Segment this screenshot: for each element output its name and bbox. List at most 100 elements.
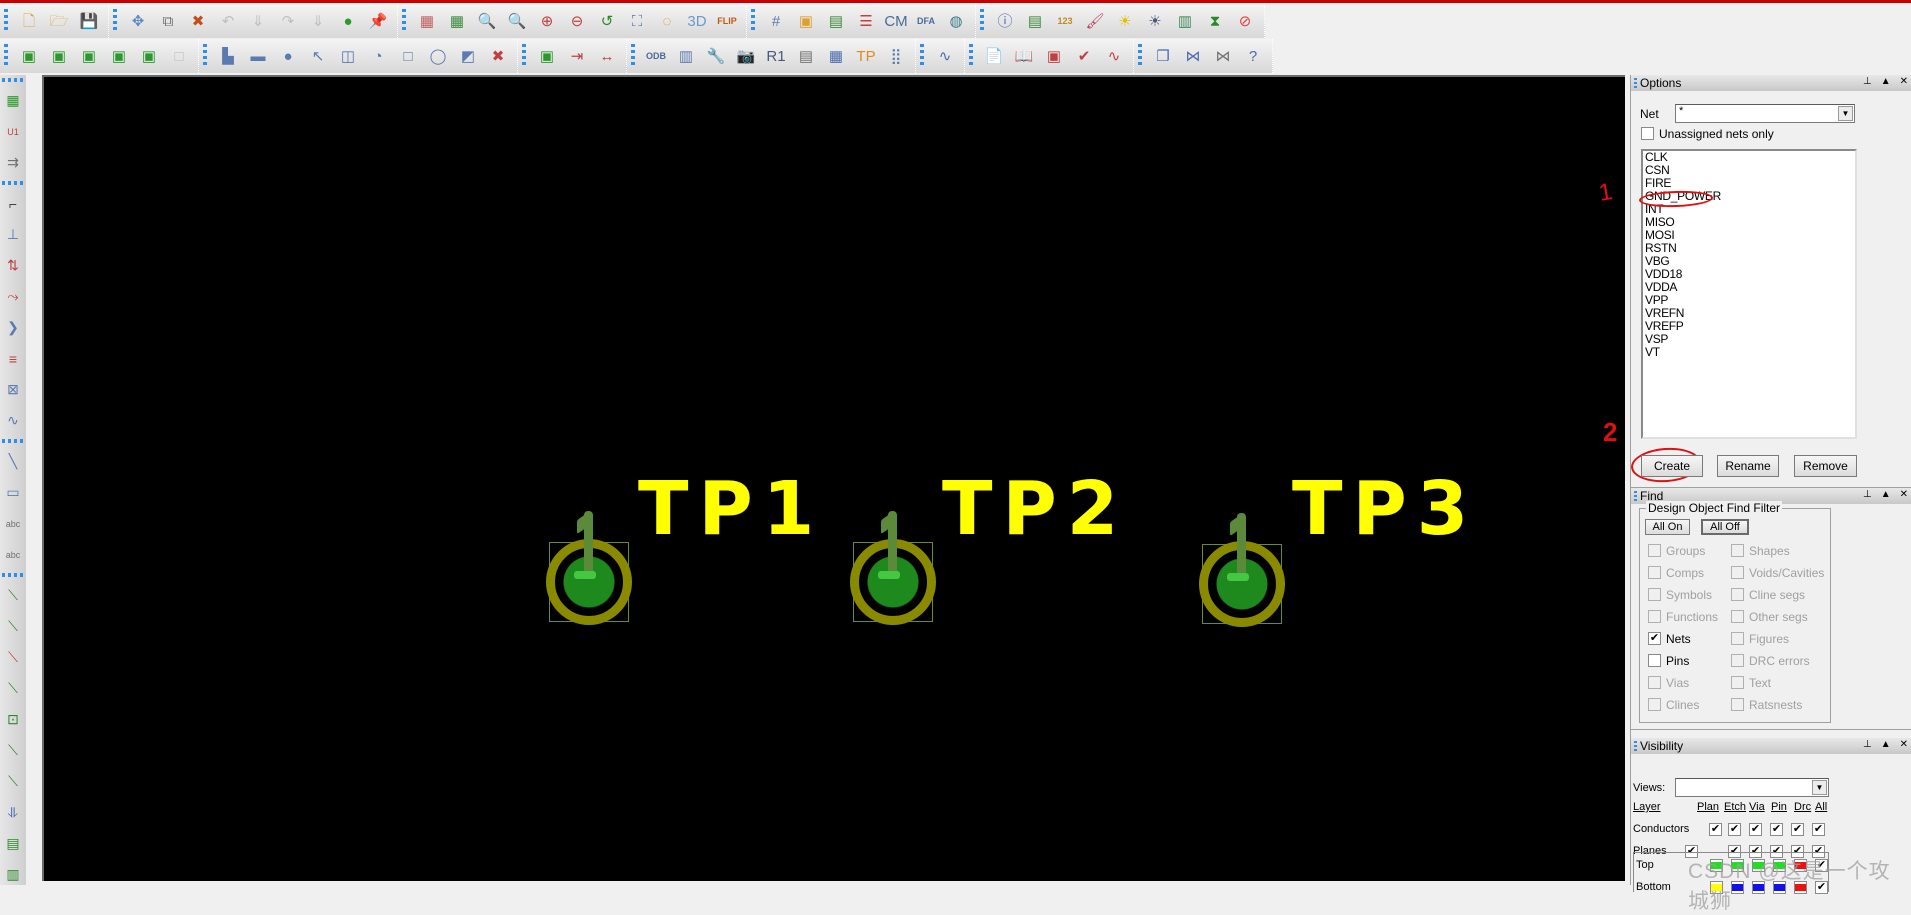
fanout-icon[interactable]: ⊠ (0, 374, 26, 405)
pin-panel-icon[interactable]: ⊥ (1863, 76, 1872, 87)
multi-route-icon[interactable]: ≡ (0, 343, 26, 374)
rats-report-icon[interactable]: ⟍ (0, 735, 26, 766)
delete-island-icon[interactable]: ✖ (485, 43, 511, 69)
add-text-icon[interactable]: abc (0, 508, 26, 539)
windows-icon[interactable]: ❐ (1150, 43, 1176, 69)
bundle-icon[interactable]: ⋈ (1210, 43, 1236, 69)
void-rect-icon[interactable]: □ (395, 43, 421, 69)
close-panel-icon[interactable]: ✕ (1900, 76, 1908, 87)
testpoint-icon[interactable]: TP (853, 43, 879, 69)
collapse-panel-icon[interactable]: ▲ (1881, 739, 1891, 750)
visibility-header-pin[interactable]: Pin (1771, 801, 1787, 813)
visibility-header-etch[interactable]: Etch (1724, 801, 1746, 813)
hourglass-icon[interactable]: ⧗ (1202, 8, 1228, 34)
assign-color-icon[interactable]: ▥ (1172, 8, 1198, 34)
find-filter-checkbox[interactable] (1648, 544, 1661, 557)
layer-color-swatch[interactable] (1710, 881, 1723, 894)
no-select-icon[interactable]: ⊘ (1232, 8, 1258, 34)
net-list-item[interactable]: CSN (1643, 164, 1855, 177)
undo-icon[interactable]: ↶ (215, 8, 241, 34)
net-list-item[interactable]: CLK (1643, 151, 1855, 164)
net-list-item[interactable]: MISO (1643, 216, 1855, 229)
net-list-item[interactable]: VREFP (1643, 320, 1855, 333)
flip-design-icon[interactable]: FLIP (714, 8, 740, 34)
toolbar-grip-handle[interactable] (203, 44, 207, 68)
undo-list-icon[interactable]: ⇓ (245, 8, 271, 34)
swap-pins-icon[interactable]: ▣ (76, 43, 102, 69)
signal-integrity-icon[interactable]: ▣ (136, 43, 162, 69)
visibility-header-via[interactable]: Via (1749, 801, 1765, 813)
find-filter-checkbox[interactable] (1648, 654, 1661, 667)
constraint-manager-icon[interactable]: CM (883, 8, 909, 34)
info-icon[interactable]: ⓘ (992, 8, 1018, 34)
waveform-icon[interactable]: ∿ (932, 43, 958, 69)
visibility-checkbox-pin[interactable]: ✔ (1770, 823, 1783, 836)
find-filter-checkbox[interactable] (1648, 588, 1661, 601)
layer-color-swatch[interactable] (1773, 881, 1786, 894)
open-folder-icon[interactable]: 🗁 (46, 8, 72, 34)
net-list-icon[interactable]: ▤ (0, 828, 26, 859)
layer-all-checkbox[interactable]: ✔ (1815, 859, 1828, 872)
si-model-icon[interactable]: ▣ (1041, 43, 1067, 69)
array-icon[interactable]: ⣿ (883, 43, 909, 69)
highlight-icon[interactable]: ☀ (1112, 8, 1138, 34)
find-filter-checkbox[interactable] (1648, 676, 1661, 689)
pin-panel-icon[interactable]: ⊥ (1863, 489, 1872, 500)
padstack-icon[interactable]: ▥ (673, 43, 699, 69)
show-element-icon[interactable]: ▤ (1022, 8, 1048, 34)
toolbar-grip-handle[interactable] (751, 9, 755, 33)
zoom-in-icon[interactable]: ⊕ (534, 8, 560, 34)
find-filter-checkbox[interactable] (1731, 566, 1744, 579)
edit-boundary-icon[interactable]: ◩ (455, 43, 481, 69)
visibility-checkbox-all[interactable]: ✔ (1812, 823, 1825, 836)
find-filter-checkbox[interactable] (1731, 544, 1744, 557)
rename-refdes-icon[interactable]: R1 (763, 43, 789, 69)
net-list-item[interactable]: RSTN (1643, 242, 1855, 255)
find-filter-checkbox[interactable] (1648, 566, 1661, 579)
panel-grip-icon[interactable] (1634, 491, 1637, 501)
padstack-edit-icon[interactable]: 🔧 (703, 43, 729, 69)
layer-color-swatch[interactable] (1731, 881, 1744, 894)
layer-color-swatch[interactable] (1710, 859, 1723, 872)
manual-void-icon[interactable]: ◫ (335, 43, 361, 69)
shape-circle-icon[interactable]: ● (275, 43, 301, 69)
find-filter-checkbox[interactable] (1648, 610, 1661, 623)
testpoint-label-tp3[interactable]: TP3 (1292, 472, 1478, 546)
void-circle2-icon[interactable]: ◯ (425, 43, 451, 69)
chevron-down-icon[interactable]: ▼ (1838, 106, 1853, 121)
slide-icon[interactable]: ⊥ (0, 219, 26, 250)
pin-panel-icon[interactable]: ⊥ (1863, 739, 1872, 750)
refdes-u1-icon[interactable]: U1 (0, 116, 26, 147)
toolbar-grip-handle[interactable] (2, 78, 24, 82)
visibility-header-plan[interactable]: Plan (1697, 801, 1719, 813)
find-filter-checkbox[interactable] (1731, 588, 1744, 601)
si-library-icon[interactable]: 📖 (1011, 43, 1037, 69)
layer-color-swatch[interactable] (1773, 859, 1786, 872)
visibility-checkbox-plan[interactable]: ✔ (1709, 823, 1722, 836)
toolbar-grip-handle[interactable] (980, 9, 984, 33)
net-status-icon[interactable]: ▥ (0, 859, 26, 890)
net-list-item[interactable]: VSP (1643, 333, 1855, 346)
save-icon[interactable]: 💾 (76, 8, 102, 34)
si-audit-icon[interactable]: ✔ (1071, 43, 1097, 69)
panel-grip-icon[interactable] (1634, 741, 1637, 751)
net-group-icon[interactable]: ⥥ (0, 797, 26, 828)
zoom-points-icon[interactable]: 🔍 (474, 8, 500, 34)
toolbar-grip-handle[interactable] (522, 44, 526, 68)
layer-color-swatch[interactable] (1794, 881, 1807, 894)
rats-net-icon[interactable]: ⟍ (0, 611, 26, 642)
find-filter-checkbox[interactable] (1731, 676, 1744, 689)
delete-icon[interactable]: ✖ (185, 8, 211, 34)
rename-button[interactable]: Rename (1717, 455, 1779, 477)
testpoint-pad-tp3[interactable] (1199, 513, 1285, 627)
layer-color-swatch[interactable] (1731, 859, 1744, 872)
zoom-world-icon[interactable]: ⛶ (624, 8, 650, 34)
toolbar-grip-handle[interactable] (1138, 44, 1142, 68)
toolbar-grip-handle[interactable] (969, 44, 973, 68)
vertex-icon[interactable]: ❯ (0, 312, 26, 343)
edit-text-icon[interactable]: abc (0, 539, 26, 570)
dimension-icon[interactable]: ⇥ (564, 43, 590, 69)
close-panel-icon[interactable]: ✕ (1900, 489, 1908, 500)
spread-icon[interactable]: ▣ (106, 43, 132, 69)
toolbar-grip-handle[interactable] (4, 44, 8, 68)
